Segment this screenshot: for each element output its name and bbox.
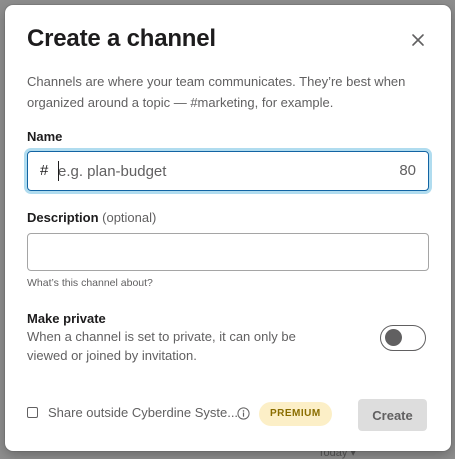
description-label: Description (optional) xyxy=(27,210,156,225)
toggle-knob xyxy=(385,329,402,346)
description-field[interactable] xyxy=(27,233,429,271)
optional-label: (optional) xyxy=(102,210,157,225)
make-private-description: When a channel is set to private, it can… xyxy=(27,329,296,363)
close-button[interactable] xyxy=(407,29,429,51)
make-private-toggle[interactable] xyxy=(380,325,426,351)
dialog-intro-text: Channels are where your team communicate… xyxy=(27,74,406,110)
description-label-text: Description xyxy=(27,210,99,225)
share-outside-checkbox[interactable] xyxy=(27,407,38,418)
description-hint: What’s this channel about? xyxy=(27,277,153,289)
dialog-title: Create a channel xyxy=(27,25,216,52)
make-private-title: Make private xyxy=(27,311,106,326)
name-label: Name xyxy=(27,129,63,144)
create-button[interactable]: Create xyxy=(358,399,427,431)
close-icon xyxy=(412,34,424,46)
char-counter: 80 xyxy=(399,162,416,179)
create-channel-dialog: Create a channel Channels are where your… xyxy=(5,5,451,451)
premium-badge: PREMIUM xyxy=(259,402,332,426)
info-icon xyxy=(237,407,250,420)
text-caret xyxy=(58,161,59,181)
description-input[interactable] xyxy=(38,242,418,262)
share-outside-label[interactable]: Share outside Cyberdine Syste... xyxy=(48,405,238,420)
channel-name-input[interactable] xyxy=(58,160,358,182)
hash-prefix: # xyxy=(40,162,49,179)
channel-name-field[interactable]: # 80 xyxy=(27,151,429,191)
info-button[interactable] xyxy=(237,407,250,420)
